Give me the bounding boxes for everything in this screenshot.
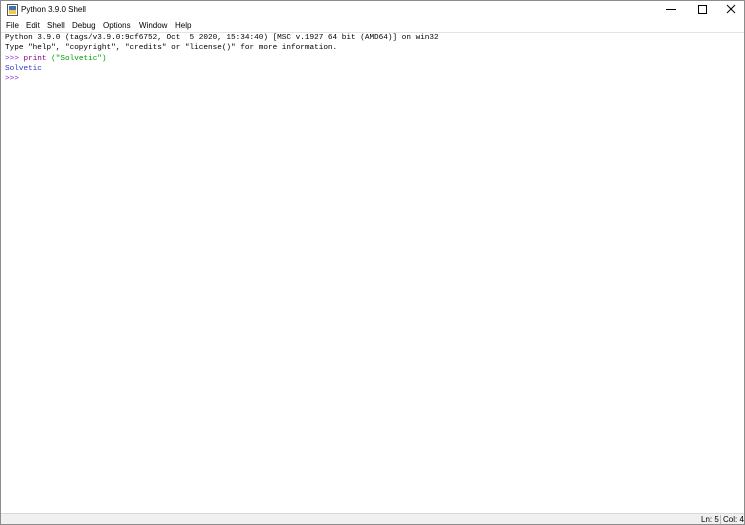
window-title: Python 3.9.0 Shell — [21, 5, 86, 14]
menu-edit[interactable]: Edit — [26, 20, 40, 31]
status-separator — [720, 515, 721, 524]
shell-prompt: >>> — [5, 54, 19, 63]
command-line: >>> print ("Solvetic") — [5, 54, 744, 64]
shell-prompt-current: >>> — [5, 75, 19, 84]
maximize-icon — [698, 5, 707, 14]
menu-shell[interactable]: Shell — [47, 20, 65, 31]
python-idle-icon[interactable] — [7, 3, 18, 16]
status-line-number: Ln: 5 — [701, 515, 719, 524]
minimize-button[interactable] — [655, 1, 687, 18]
input-line[interactable]: >>> — [5, 74, 744, 84]
menu-help[interactable]: Help — [175, 20, 191, 31]
menu-debug[interactable]: Debug — [72, 20, 96, 31]
close-button[interactable] — [715, 1, 744, 18]
menu-file[interactable]: File — [6, 20, 19, 31]
minimize-icon — [666, 9, 676, 10]
status-bar: Ln: 5 Col: 4 — [1, 513, 744, 524]
menu-bar: File Edit Shell Debug Options Window Hel… — [1, 18, 744, 32]
menu-options[interactable]: Options — [103, 20, 131, 31]
string-literal: ("Solvetic") — [51, 54, 107, 63]
close-icon — [726, 4, 736, 14]
banner-help-line: Type "help", "copyright", "credits" or "… — [5, 44, 338, 53]
banner-line: Python 3.9.0 (tags/v3.9.0:9cf6752, Oct 5… — [5, 34, 439, 42]
maximize-button[interactable] — [686, 1, 718, 18]
shell-text-area[interactable]: Python 3.9.0 (tags/v3.9.0:9cf6752, Oct 5… — [1, 33, 744, 513]
idle-shell-window: Python 3.9.0 Shell File Edit Shell Debug… — [0, 0, 745, 525]
status-column-number: Col: 4 — [723, 515, 744, 524]
stdout-output: Solvetic — [5, 64, 42, 73]
title-bar[interactable]: Python 3.9.0 Shell — [1, 1, 744, 18]
builtin-keyword: print — [23, 54, 47, 63]
menu-window[interactable]: Window — [139, 20, 167, 31]
